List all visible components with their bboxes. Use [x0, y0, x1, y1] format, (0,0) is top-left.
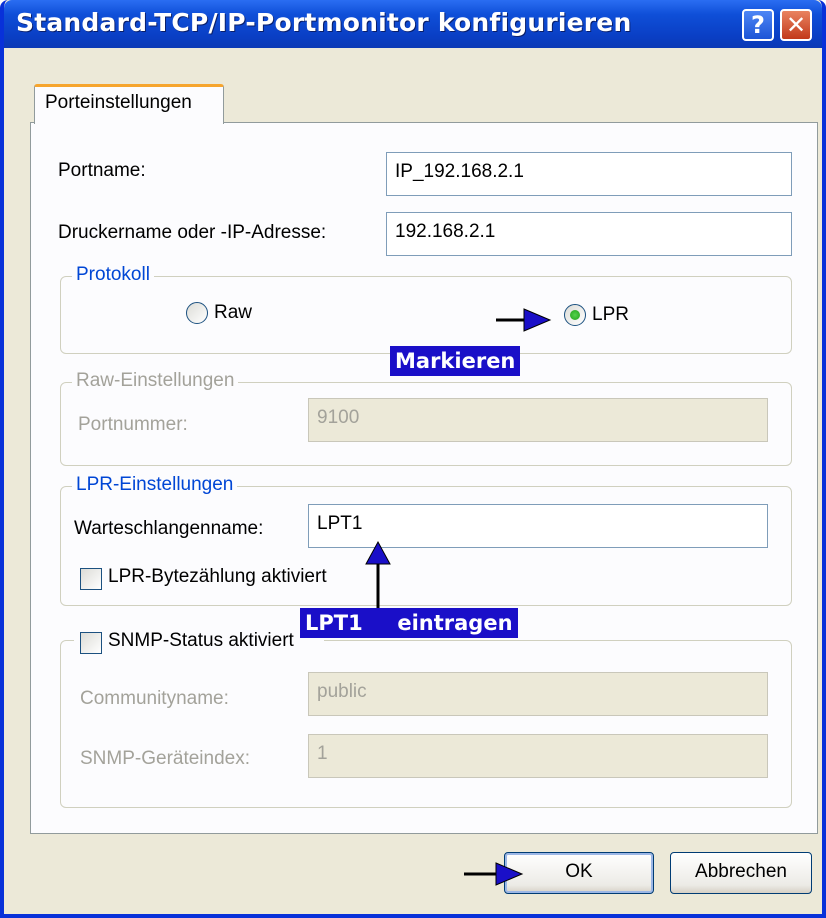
annotation-enter-text: eintragen	[397, 611, 513, 635]
queue-name-label: Warteschlangenname:	[74, 518, 264, 539]
portname-value: IP_192.168.2.1	[395, 161, 524, 182]
raw-radio-label[interactable]: Raw	[214, 302, 252, 324]
portname-label: Portname:	[58, 160, 146, 181]
port-number-value: 9100	[317, 407, 360, 428]
protocol-group	[60, 276, 792, 354]
arrow-head	[495, 862, 524, 886]
community-name-input[interactable]: public	[308, 672, 768, 716]
queue-name-value: LPT1	[317, 513, 363, 534]
snmp-device-index-value: 1	[317, 743, 328, 764]
tab-label: Porteinstellungen	[45, 92, 192, 113]
arrow-right-icon	[464, 862, 524, 886]
close-icon: ✕	[785, 11, 807, 39]
arrow-up-icon	[365, 540, 391, 612]
arrow-head	[365, 540, 391, 565]
lpr-radio-label[interactable]: LPR	[592, 304, 629, 326]
portname-input[interactable]: IP_192.168.2.1	[386, 152, 792, 196]
lpr-radio[interactable]	[564, 304, 586, 326]
raw-radio[interactable]	[186, 302, 208, 324]
port-number-label: Portnummer:	[78, 414, 188, 435]
ok-button[interactable]: OK	[504, 852, 654, 894]
arrow-head	[523, 308, 552, 332]
snmp-status-checkbox[interactable]	[80, 632, 102, 654]
tab-porteinstellungen[interactable]: Porteinstellungen	[34, 84, 224, 124]
title-bar[interactable]: Standard-TCP/IP-Portmonitor konfiguriere…	[4, 0, 822, 48]
community-name-value: public	[317, 681, 367, 702]
annotation-mark-label: Markieren	[390, 346, 521, 376]
snmp-device-index-label: SNMP-Geräteindex:	[80, 748, 251, 769]
lpr-settings-legend: LPR-Einstellungen	[72, 474, 238, 496]
snmp-status-label[interactable]: SNMP-Status aktiviert	[108, 630, 294, 652]
dialog-window: Standard-TCP/IP-Portmonitor konfiguriere…	[0, 0, 826, 918]
arrow-right-icon	[496, 308, 552, 332]
snmp-device-index-input[interactable]: 1	[308, 734, 768, 778]
annotation-enter-label: LPT1 eintragen	[300, 608, 518, 638]
close-button[interactable]: ✕	[780, 9, 812, 41]
printer-address-value: 192.168.2.1	[395, 221, 496, 242]
help-button[interactable]: ?	[742, 9, 774, 41]
window-title: Standard-TCP/IP-Portmonitor konfiguriere…	[16, 8, 632, 37]
community-name-label: Communityname:	[80, 688, 229, 709]
printer-name-label: Druckername oder -IP-Adresse:	[58, 222, 327, 243]
annotation-mark-text: Markieren	[395, 349, 516, 373]
port-number-input[interactable]: 9100	[308, 398, 768, 442]
annotation-lpt1-text: LPT1	[305, 611, 363, 635]
radio-selected-dot	[570, 310, 580, 320]
cancel-button-label: Abbrechen	[695, 861, 787, 882]
printer-address-input[interactable]: 192.168.2.1	[386, 212, 792, 256]
raw-settings-legend: Raw-Einstellungen	[72, 370, 239, 392]
help-icon: ?	[751, 11, 765, 39]
ok-button-label: OK	[565, 861, 593, 882]
lpr-bytecount-checkbox[interactable]	[80, 568, 102, 590]
snmp-group	[60, 640, 792, 808]
cancel-button[interactable]: Abbrechen	[670, 852, 812, 894]
protocol-legend: Protokoll	[72, 264, 154, 286]
lpr-bytecount-label[interactable]: LPR-Bytezählung aktiviert	[108, 566, 327, 588]
